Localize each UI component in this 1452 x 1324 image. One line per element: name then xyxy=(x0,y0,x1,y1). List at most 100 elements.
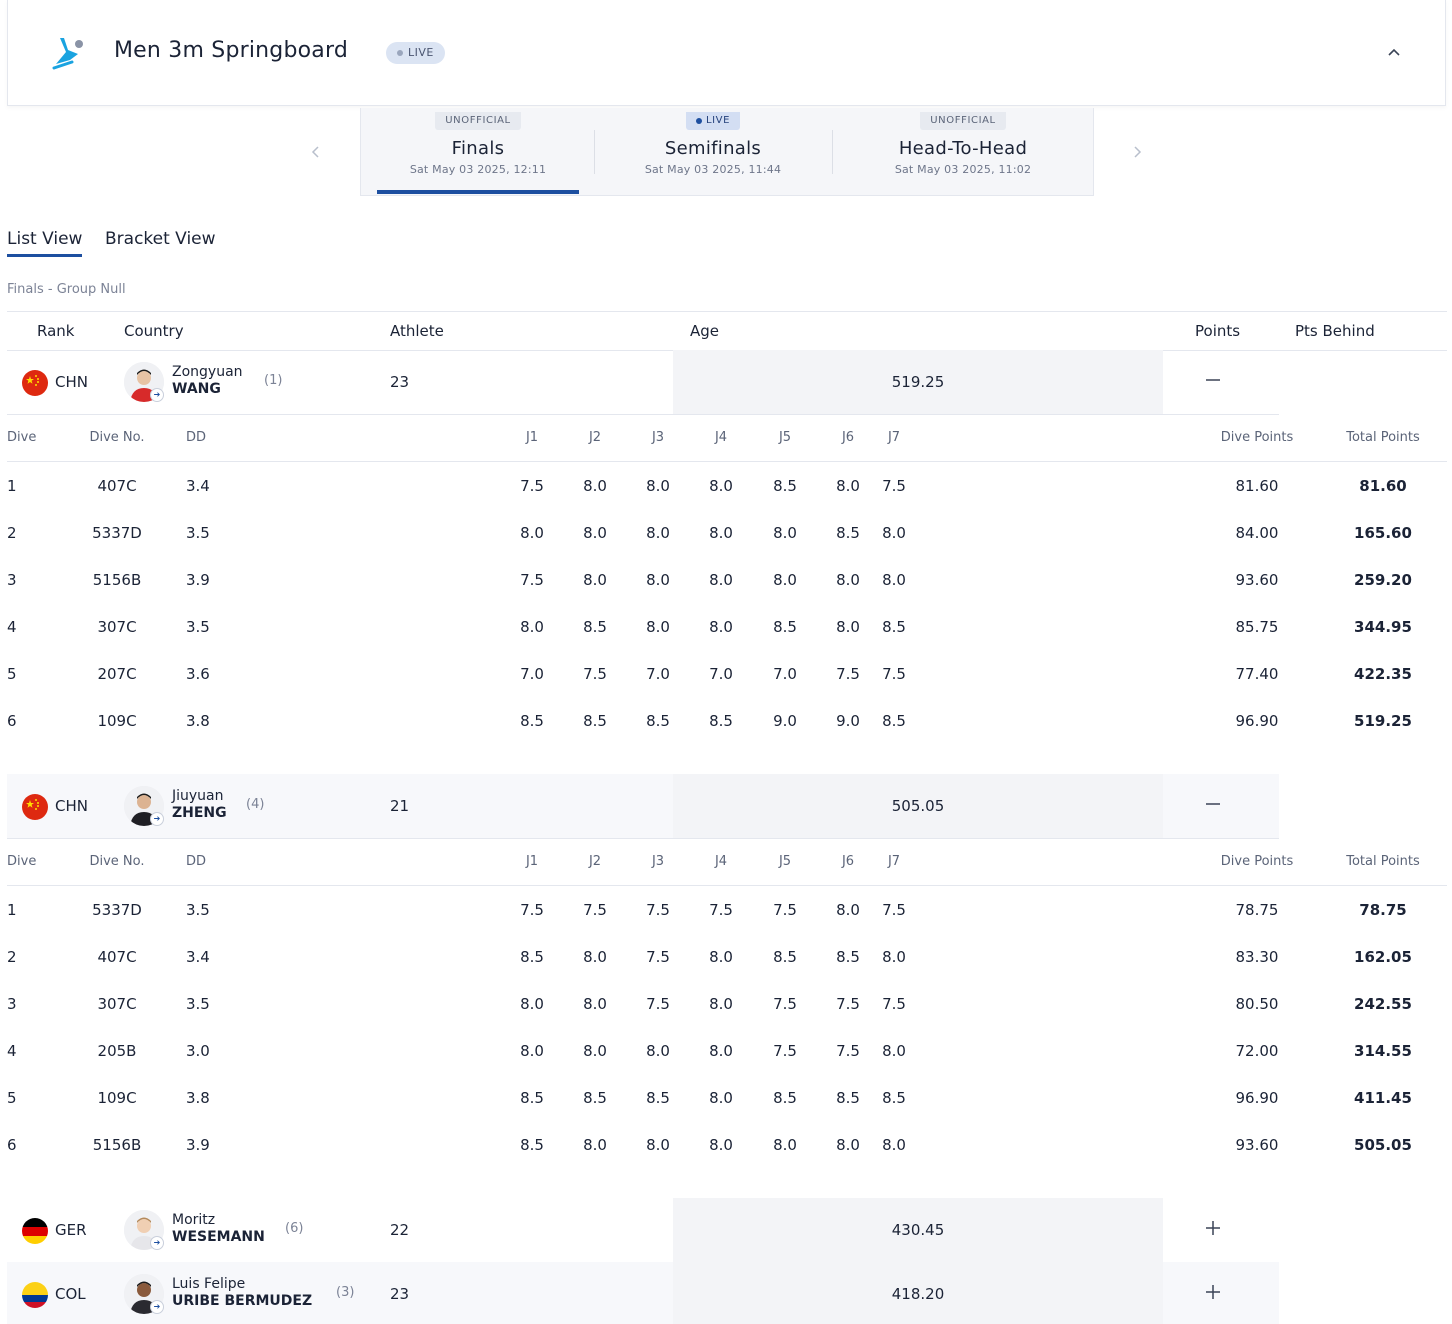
dive-code: 5156B xyxy=(92,571,142,589)
judge-score-7: 7.5 xyxy=(882,995,906,1013)
judge-score-2: 8.0 xyxy=(583,571,607,589)
header-judge-5: J5 xyxy=(778,854,792,869)
judge-score-5: 8.0 xyxy=(773,1136,797,1154)
athlete-points: 418.20 xyxy=(891,1285,945,1303)
judge-score-4: 7.0 xyxy=(709,665,733,683)
chevron-right-icon[interactable] xyxy=(1130,144,1144,160)
dive-number: 4 xyxy=(7,1042,17,1060)
phase-tab-finals[interactable]: UNOFFICIAL Finals Sat May 03 2025, 12:11 xyxy=(377,108,579,196)
header-dd: DD xyxy=(186,430,207,445)
dive-header-row: Dive Dive No. DD J1 J2 J3 J4 J5 J6 J7 Dive Points T… xyxy=(7,838,1447,886)
judge-score-2: 8.5 xyxy=(583,618,607,636)
dive-number: 5 xyxy=(7,665,17,683)
dive-row: 3 5156B 3.9 7.5 8.0 8.0 8.0 8.0 8.0 8.0 93.60 259.2… xyxy=(7,556,1447,603)
judge-score-5: 7.5 xyxy=(773,1042,797,1060)
header-judge-6: J6 xyxy=(841,430,855,445)
phase-status: UNOFFICIAL xyxy=(920,112,1006,130)
athlete-first-name: Zongyuan xyxy=(172,364,243,380)
chevron-left-icon[interactable] xyxy=(309,144,323,160)
total-points: 422.35 xyxy=(1354,665,1412,683)
country-code: COL xyxy=(55,1285,86,1303)
judge-score-4: 7.5 xyxy=(709,901,733,919)
colombia-flag xyxy=(22,1282,48,1308)
dive-difficulty: 3.5 xyxy=(186,901,210,919)
athlete-row[interactable]: COL ➔ Luis Felipe URIBE BERMUDEZ (3) 23 … xyxy=(7,1262,1279,1324)
profile-link-icon: ➔ xyxy=(150,812,164,826)
dive-difficulty: 3.9 xyxy=(186,1136,210,1154)
judge-score-3: 8.0 xyxy=(646,1136,670,1154)
dive-number: 1 xyxy=(7,477,17,495)
tab-list-view[interactable]: List View xyxy=(7,229,83,257)
judge-score-6: 8.5 xyxy=(836,1089,860,1107)
phase-tab-semifinals[interactable]: LIVE Semifinals Sat May 03 2025, 11:44 xyxy=(595,108,831,196)
dive-table: Dive Dive No. DD J1 J2 J3 J4 J5 J6 J7 Dive Points T… xyxy=(7,838,1447,1168)
dive-number: 2 xyxy=(7,948,17,966)
judge-score-6: 7.5 xyxy=(836,995,860,1013)
dive-difficulty: 3.0 xyxy=(186,1042,210,1060)
event-title: Men 3m Springboard xyxy=(114,38,348,63)
judge-score-7: 8.5 xyxy=(882,1089,906,1107)
dive-row: 3 307C 3.5 8.0 8.0 7.5 8.0 7.5 7.5 7.5 80.50 242.55 xyxy=(7,980,1447,1027)
total-points: 314.55 xyxy=(1354,1042,1412,1060)
athlete-row[interactable]: GER ➔ Moritz WESEMANN (6) 22 430.45 xyxy=(7,1198,1279,1262)
athlete-first-name: Luis Felipe xyxy=(172,1276,246,1292)
tab-bracket-view[interactable]: Bracket View xyxy=(105,229,216,249)
judge-score-4: 8.0 xyxy=(709,995,733,1013)
dive-row: 2 407C 3.4 8.5 8.0 7.5 8.0 8.5 8.5 8.0 83.30 162.05 xyxy=(7,933,1447,980)
header-age: Age xyxy=(690,322,720,340)
athlete-points: 505.05 xyxy=(891,797,945,815)
dive-row: 4 205B 3.0 8.0 8.0 8.0 8.0 7.5 7.5 8.0 72.00 314.55 xyxy=(7,1027,1447,1074)
judge-score-7: 8.0 xyxy=(882,571,906,589)
phase-tab-head-to-head[interactable]: UNOFFICIAL Head-To-Head Sat May 03 2025,… xyxy=(833,108,1093,196)
judge-score-6: 8.5 xyxy=(836,948,860,966)
china-flag xyxy=(22,370,48,396)
dive-difficulty: 3.9 xyxy=(186,571,210,589)
judge-score-1: 8.5 xyxy=(520,1136,544,1154)
judge-score-4: 8.0 xyxy=(709,1136,733,1154)
header-dive-points: Dive Points xyxy=(1220,854,1294,869)
judge-score-7: 8.0 xyxy=(882,1042,906,1060)
judge-score-2: 8.5 xyxy=(583,712,607,730)
expand-plus-icon[interactable] xyxy=(1205,1220,1221,1236)
header-total-points: Total Points xyxy=(1346,430,1420,445)
phase-status: UNOFFICIAL xyxy=(435,112,521,130)
judge-score-3: 8.0 xyxy=(646,524,670,542)
dive-row: 4 307C 3.5 8.0 8.5 8.0 8.0 8.5 8.0 8.5 85.75 344.95 xyxy=(7,603,1447,650)
header-dive: Dive xyxy=(7,854,37,869)
phase-selector: UNOFFICIAL Finals Sat May 03 2025, 12:11… xyxy=(360,108,1094,196)
expand-plus-icon[interactable] xyxy=(1205,1284,1221,1300)
judge-score-4: 8.0 xyxy=(709,618,733,636)
phase-name: Semifinals xyxy=(664,138,762,159)
judge-score-4: 8.0 xyxy=(709,1089,733,1107)
phase-status: LIVE xyxy=(685,112,741,130)
judge-score-7: 8.0 xyxy=(882,1136,906,1154)
header-rank: Rank xyxy=(37,322,75,340)
chevron-up-icon[interactable] xyxy=(1386,44,1402,60)
judge-score-1: 8.5 xyxy=(520,1089,544,1107)
athlete-row[interactable]: CHN ➔ Zongyuan WANG (1) 23 519.25 xyxy=(7,350,1279,414)
country-code: CHN xyxy=(55,373,88,391)
judge-score-4: 8.5 xyxy=(709,712,733,730)
judge-score-5: 7.5 xyxy=(773,995,797,1013)
collapse-minus-icon[interactable] xyxy=(1205,372,1221,388)
divider xyxy=(7,311,1447,312)
phase-date: Sat May 03 2025, 11:02 xyxy=(894,163,1032,176)
judge-score-4: 8.0 xyxy=(709,477,733,495)
dive-difficulty: 3.4 xyxy=(186,948,210,966)
athlete-row[interactable]: CHN ➔ Jiuyuan ZHENG (4) 21 505.05 xyxy=(7,774,1279,838)
judge-score-2: 8.0 xyxy=(583,1136,607,1154)
athlete-seed: (3) xyxy=(336,1285,355,1300)
total-points: 505.05 xyxy=(1354,1136,1412,1154)
total-points: 411.45 xyxy=(1354,1089,1412,1107)
judge-score-5: 7.5 xyxy=(773,901,797,919)
total-points: 519.25 xyxy=(1354,712,1412,730)
header-country: Country xyxy=(124,322,184,340)
athlete-age: 23 xyxy=(390,1285,410,1303)
diving-icon xyxy=(52,38,83,70)
judge-score-3: 8.5 xyxy=(646,1089,670,1107)
dive-difficulty: 3.5 xyxy=(186,618,210,636)
dive-row: 6 109C 3.8 8.5 8.5 8.5 8.5 9.0 9.0 8.5 96.90 519.25 xyxy=(7,697,1447,744)
judge-score-3: 8.0 xyxy=(646,1042,670,1060)
collapse-minus-icon[interactable] xyxy=(1205,796,1221,812)
judge-score-1: 8.0 xyxy=(520,524,544,542)
